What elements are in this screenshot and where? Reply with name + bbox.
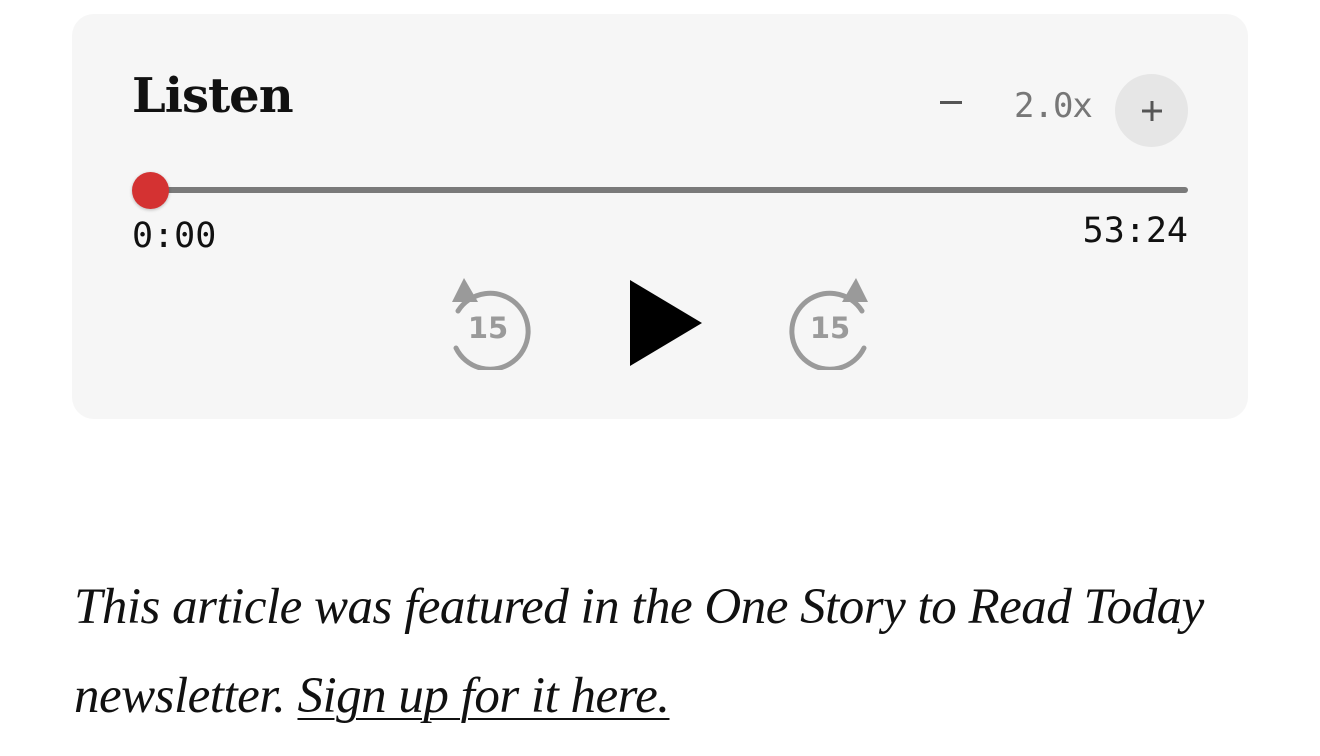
forward-15-icon: 15 (789, 278, 868, 372)
play-button[interactable] (628, 280, 704, 366)
plus-icon (1141, 100, 1162, 121)
progress-thumb[interactable] (131, 172, 169, 209)
audio-player: Listen 2.0x 0:00 53:24 15 15 (72, 14, 1248, 419)
rewind-15-icon: 15 (452, 278, 531, 372)
minus-icon (940, 100, 962, 104)
total-time: 53:24 (1082, 211, 1188, 251)
skip-back-button[interactable]: 15 (446, 274, 536, 372)
skip-forward-button[interactable]: 15 (784, 274, 874, 372)
progress-track[interactable] (150, 187, 1188, 193)
play-icon (630, 280, 702, 366)
newsletter-note: This article was featured in the One Sto… (74, 563, 1254, 741)
newsletter-signup-link[interactable]: Sign up for it here. (297, 668, 670, 724)
speed-increase-button[interactable] (1115, 74, 1188, 147)
player-title: Listen (132, 68, 294, 124)
skip-forward-label: 15 (810, 311, 850, 345)
speed-decrease-button[interactable] (934, 85, 968, 119)
playback-speed: 2.0x (1014, 86, 1093, 126)
skip-back-label: 15 (468, 311, 508, 345)
current-time: 0:00 (132, 216, 217, 256)
